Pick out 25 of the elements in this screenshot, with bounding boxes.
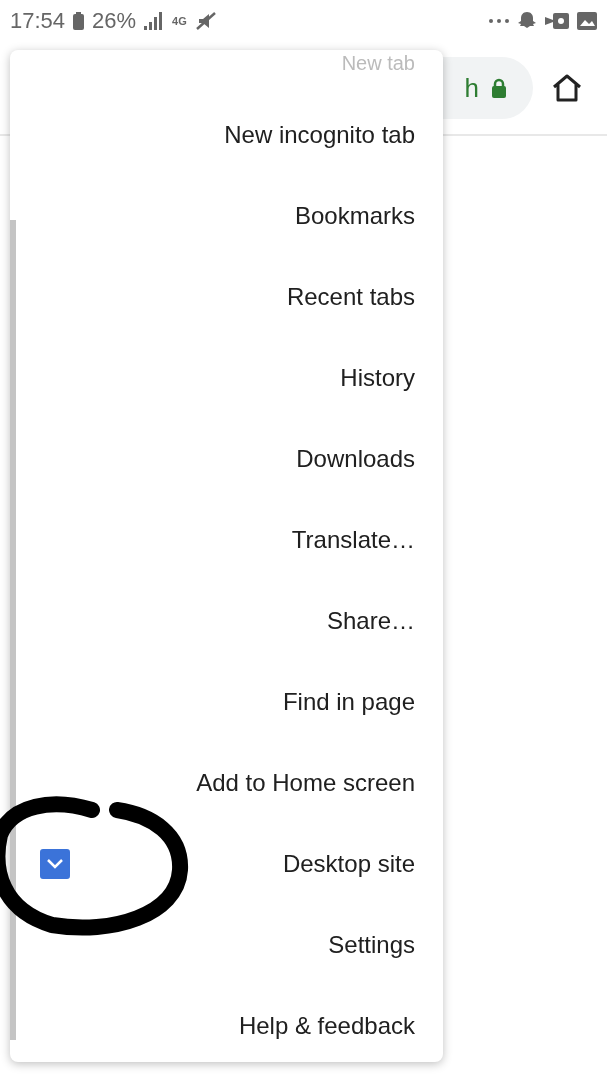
menu-item[interactable]: Translate… — [291, 525, 415, 554]
clock-time: 17:54 — [10, 8, 66, 34]
menu-item[interactable]: History — [340, 363, 415, 392]
mute-icon — [194, 11, 217, 31]
menu-item[interactable]: Add to Home screen — [196, 768, 415, 797]
menu-item[interactable]: Downloads — [296, 444, 415, 473]
image-icon — [577, 12, 597, 30]
more-dots-icon — [489, 19, 509, 23]
battery-icon — [73, 12, 85, 30]
menu-item[interactable]: Desktop site — [282, 849, 415, 878]
checkbox[interactable] — [40, 848, 70, 879]
video-camera-icon — [545, 12, 569, 30]
menu-item[interactable]: Find in page — [282, 687, 415, 716]
menu-item[interactable]: Share… — [326, 606, 415, 635]
check-icon — [47, 858, 63, 869]
menu-item[interactable]: Recent tabs — [286, 282, 415, 311]
menu-item[interactable]: Bookmarks — [294, 201, 415, 230]
menu-item[interactable]: New incognito tab — [224, 120, 415, 149]
menu-item[interactable]: Settings — [328, 930, 415, 959]
ghost-icon — [517, 11, 537, 31]
battery-percent: 26% — [92, 8, 137, 34]
menu-item[interactable]: Help & feedback — [238, 1011, 415, 1040]
signal-icon — [144, 12, 165, 30]
lock-icon — [491, 78, 507, 98]
network-type: 4G — [172, 15, 187, 27]
